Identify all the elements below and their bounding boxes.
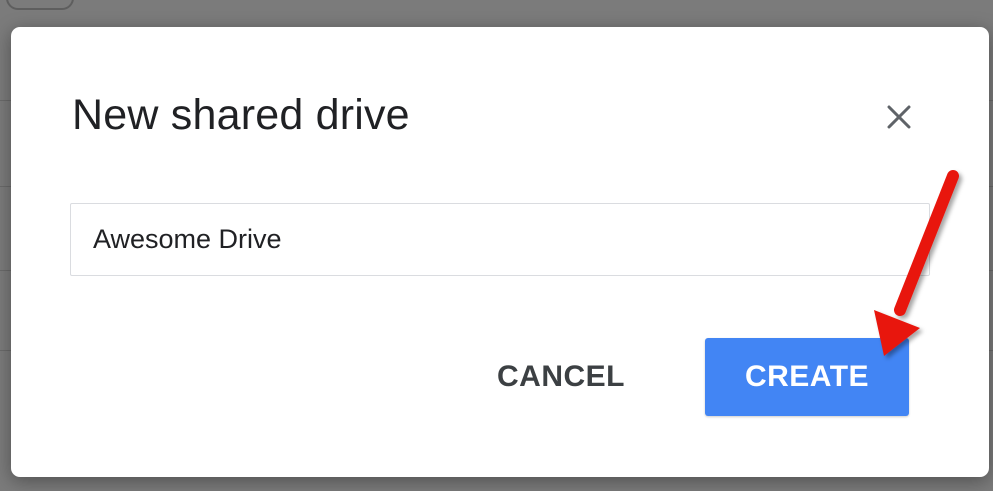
create-button[interactable]: CREATE [705,338,909,416]
drive-name-input[interactable] [70,203,930,276]
dialog-title: New shared drive [72,91,410,139]
close-icon [887,105,911,129]
cancel-button[interactable]: CANCEL [481,338,641,416]
close-button[interactable] [877,95,921,139]
background-control [6,0,74,10]
new-shared-drive-dialog: New shared drive CANCEL CREATE [11,27,989,477]
